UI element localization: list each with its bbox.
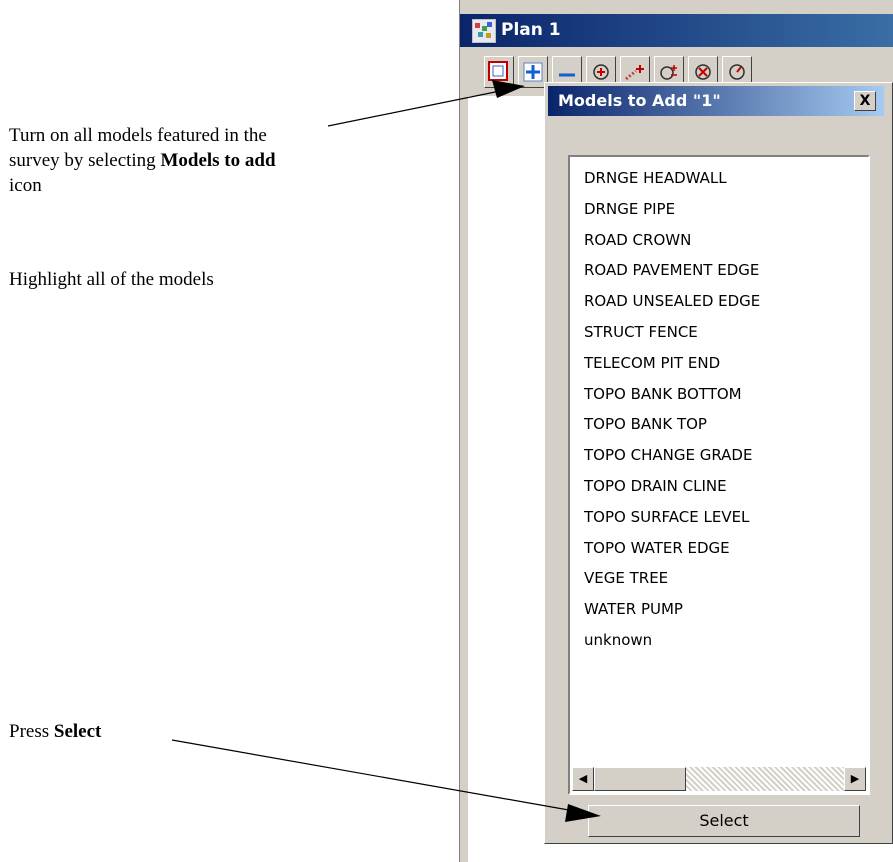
arrowhead-select-button [565,804,601,822]
arrowhead-models-icon [492,80,525,98]
annotation-arrows [171,80,601,822]
arrow-to-models-icon [327,89,506,127]
arrow-to-select-button [171,739,581,813]
